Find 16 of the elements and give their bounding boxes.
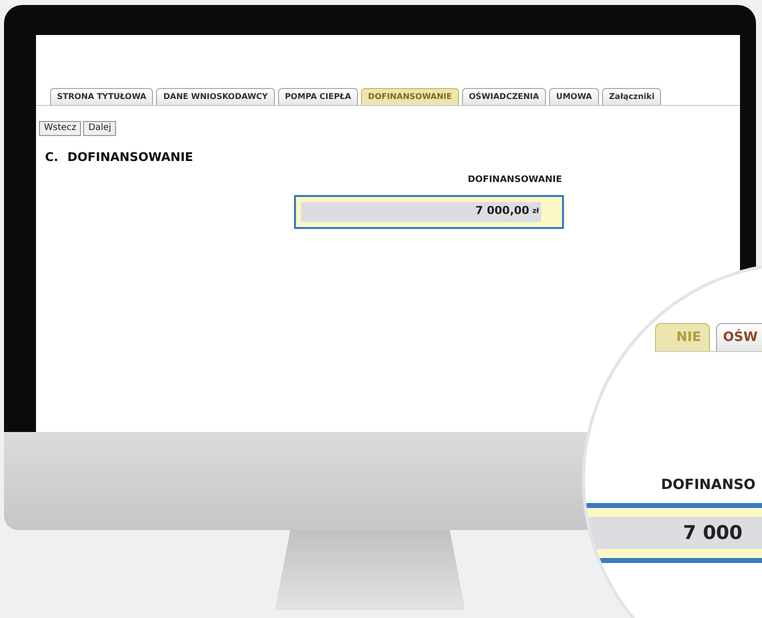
tab[interactable]: OŚWIADCZENIA — [462, 88, 546, 105]
section-title: DOFINANSOWANIE — [67, 149, 194, 166]
amount-value: 7 000 — [683, 520, 742, 546]
field-label: DOFINANSO — [661, 476, 756, 495]
tab[interactable]: UMOWA — [549, 88, 599, 105]
tab[interactable]: DOFINANSOWANIE — [361, 88, 459, 105]
section-letter: C. — [45, 149, 58, 166]
nav-button[interactable]: Wstecz — [39, 121, 82, 136]
amount-value: 7 000,00 — [475, 203, 530, 220]
nav-button[interactable]: Dalej — [83, 121, 116, 136]
tab[interactable]: POMPA CIEPŁA — [278, 88, 358, 105]
tab[interactable]: DANE WNIOSKODAWCY — [156, 88, 275, 105]
tab[interactable]: Załączniki — [602, 88, 662, 105]
tab[interactable]: OŚW — [716, 323, 762, 351]
field-label: DOFINANSOWANIE — [468, 174, 563, 187]
tab[interactable]: STRONA TYTUŁOWA — [50, 88, 154, 105]
